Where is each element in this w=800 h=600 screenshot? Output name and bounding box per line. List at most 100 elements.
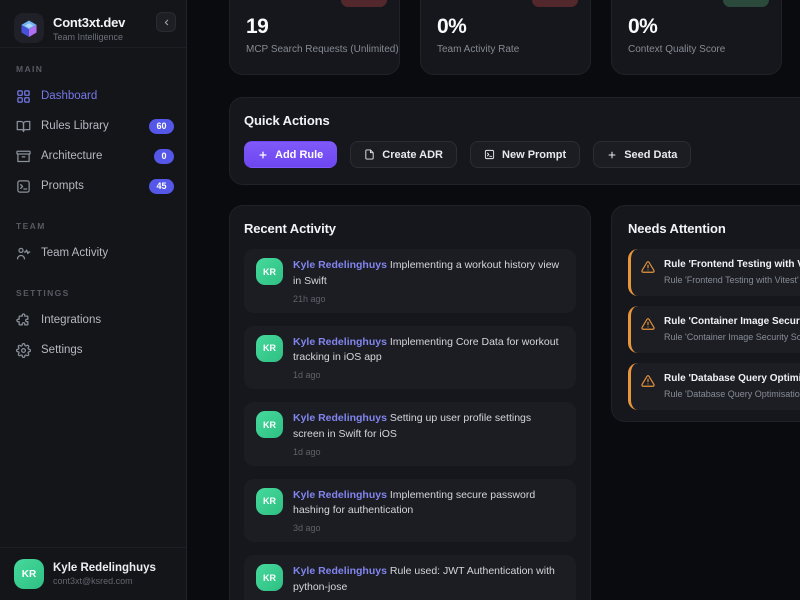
- activity-timestamp: 3d ago: [293, 523, 321, 533]
- sidebar-collapse-button[interactable]: [156, 12, 176, 32]
- stat-label: Team Activity Rate: [437, 44, 520, 55]
- activity-item: KR Kyle Redelinghuys Setting up user pro…: [244, 402, 576, 466]
- user-info: Kyle Redelinghuys cont3xt@ksred.com: [53, 562, 156, 586]
- button-label: New Prompt: [502, 148, 567, 161]
- new-prompt-button[interactable]: New Prompt: [470, 141, 581, 168]
- trend-badge: [341, 0, 387, 7]
- activity-body: Kyle Redelinghuys Setting up user profil…: [293, 411, 564, 457]
- activity-user-link[interactable]: Kyle Redelinghuys: [293, 489, 387, 501]
- book-icon: [16, 119, 31, 134]
- activity-item: KR Kyle Redelinghuys Rule used: JWT Auth…: [244, 555, 576, 600]
- gear-icon: [16, 342, 31, 358]
- attention-card-container-scanning[interactable]: Rule 'Container Image Security Scanning'…: [628, 306, 800, 353]
- puzzle-icon: [16, 312, 31, 328]
- activity-user-link[interactable]: Kyle Redelinghuys: [293, 565, 387, 577]
- user-name: Kyle Redelinghuys: [53, 562, 156, 574]
- quick-actions-title: Quick Actions: [244, 113, 330, 128]
- team-activity-icon: [16, 246, 31, 261]
- trend-badge: [723, 0, 769, 7]
- app-window: Cont3xt.dev Team Intelligence MAIN Dashb…: [0, 0, 800, 600]
- activity-item: KR Kyle Redelinghuys Implementing secure…: [244, 478, 576, 542]
- cube-logo-icon: [21, 20, 37, 37]
- add-rule-button[interactable]: Add Rule: [244, 141, 338, 168]
- stat-card-context-quality: 0% Context Quality Score: [611, 0, 782, 75]
- archive-icon: [16, 149, 31, 164]
- activity-body: Kyle Redelinghuys Rule used: JWT Authent…: [293, 564, 564, 600]
- sidebar-item-label: Team Activity: [41, 247, 109, 259]
- stat-label: MCP Search Requests (Unlimited): [246, 44, 399, 55]
- button-label: Seed Data: [624, 148, 678, 161]
- button-label: Add Rule: [275, 148, 324, 161]
- attention-title-text: Rule 'Frontend Testing with Vitest' has …: [664, 259, 800, 270]
- activity-timestamp: 1d ago: [293, 370, 321, 380]
- button-label: Create ADR: [382, 148, 444, 161]
- nav-section-main: MAIN: [16, 64, 44, 74]
- attention-body: Rule 'Database Query Optimisation' has l…: [664, 373, 800, 399]
- rules-count-badge: 60: [148, 118, 174, 134]
- sidebar-item-integrations[interactable]: Integrations: [0, 305, 186, 335]
- nav-section-settings: SETTINGS: [16, 288, 70, 298]
- user-profile[interactable]: KR Kyle Redelinghuys cont3xt@ksred.com: [0, 547, 186, 600]
- quick-actions-panel: Quick Actions Add Rule Create ADR New Pr…: [229, 97, 800, 185]
- activity-body: Kyle Redelinghuys Implementing a workout…: [293, 258, 564, 304]
- dashboard-icon: [16, 89, 31, 104]
- sidebar-header: Cont3xt.dev Team Intelligence: [0, 0, 186, 48]
- architecture-count-badge: 0: [153, 148, 174, 164]
- quick-actions-buttons: Add Rule Create ADR New Prompt Seed Data: [244, 141, 800, 168]
- attention-card-db-optimisation[interactable]: Rule 'Database Query Optimisation' has l…: [628, 363, 800, 410]
- attention-body: Rule 'Frontend Testing with Vitest' has …: [664, 259, 800, 285]
- terminal-icon: [16, 179, 31, 194]
- activity-avatar: KR: [256, 564, 283, 591]
- sidebar-item-prompts[interactable]: Prompts 45: [0, 171, 186, 201]
- attention-description: Rule 'Frontend Testing with Vitest' has …: [664, 275, 800, 285]
- brand-text: Cont3xt.dev Team Intelligence: [53, 15, 125, 42]
- trend-badge: [532, 0, 578, 7]
- activity-item: KR Kyle Redelinghuys Implementing Core D…: [244, 325, 576, 389]
- sidebar-item-label: Dashboard: [41, 90, 98, 102]
- activity-user-link[interactable]: Kyle Redelinghuys: [293, 336, 387, 348]
- activity-avatar: KR: [256, 334, 283, 362]
- stat-label: Context Quality Score: [628, 44, 726, 55]
- brand-name: Cont3xt.dev: [53, 14, 126, 30]
- nav-section-team: TEAM: [16, 221, 46, 231]
- stat-card-team-activity-rate: 0% Team Activity Rate: [420, 0, 591, 75]
- attention-card-frontend-testing[interactable]: Rule 'Frontend Testing with Vitest' has …: [628, 249, 800, 296]
- activity-user-link[interactable]: Kyle Redelinghuys: [293, 412, 387, 424]
- prompts-count-badge: 45: [148, 178, 174, 194]
- stats-row: 19 MCP Search Requests (Unlimited) 0% Te…: [229, 0, 800, 75]
- attention-list: Rule 'Frontend Testing with Vitest' has …: [628, 249, 800, 410]
- sidebar: Cont3xt.dev Team Intelligence MAIN Dashb…: [0, 0, 187, 600]
- sidebar-item-label: Rules Library: [41, 120, 109, 132]
- warning-icon: [641, 317, 655, 342]
- plus-icon: [258, 150, 268, 160]
- user-email: cont3xt@ksred.com: [53, 576, 133, 586]
- activity-user-link[interactable]: Kyle Redelinghuys: [293, 259, 387, 271]
- seed-data-button[interactable]: Seed Data: [593, 141, 692, 168]
- recent-activity-title: Recent Activity: [244, 221, 336, 236]
- sidebar-item-architecture[interactable]: Architecture 0: [0, 141, 186, 171]
- sidebar-item-label: Settings: [41, 344, 83, 356]
- plus-icon: [607, 150, 617, 160]
- recent-activity-panel: Recent Activity KR Kyle Redelinghuys Imp…: [229, 205, 591, 600]
- sidebar-item-label: Integrations: [41, 314, 102, 326]
- activity-timestamp: 21h ago: [293, 293, 326, 304]
- brand-logo: [14, 13, 44, 43]
- brand-tagline: Team Intelligence: [53, 31, 124, 42]
- stat-value: 0%: [628, 15, 658, 38]
- activity-body: Kyle Redelinghuys Implementing secure pa…: [293, 488, 564, 534]
- needs-attention-title: Needs Attention: [628, 221, 726, 236]
- main-content: 19 MCP Search Requests (Unlimited) 0% Te…: [187, 0, 800, 600]
- stat-value: 0%: [437, 15, 467, 38]
- create-adr-button[interactable]: Create ADR: [350, 141, 458, 168]
- activity-timestamp: 1d ago: [293, 446, 321, 457]
- sidebar-item-team-activity[interactable]: Team Activity: [0, 238, 186, 268]
- sidebar-item-dashboard[interactable]: Dashboard: [0, 81, 186, 111]
- sidebar-item-label: Prompts: [41, 180, 84, 192]
- content-columns: Recent Activity KR Kyle Redelinghuys Imp…: [229, 205, 800, 600]
- document-icon: [364, 149, 375, 160]
- prompt-icon: [484, 149, 495, 160]
- activity-body: Kyle Redelinghuys Implementing Core Data…: [293, 335, 564, 381]
- sidebar-item-rules-library[interactable]: Rules Library 60: [0, 111, 186, 141]
- attention-description: Rule 'Container Image Security Scanning'…: [664, 332, 800, 342]
- sidebar-item-settings[interactable]: Settings: [0, 335, 186, 365]
